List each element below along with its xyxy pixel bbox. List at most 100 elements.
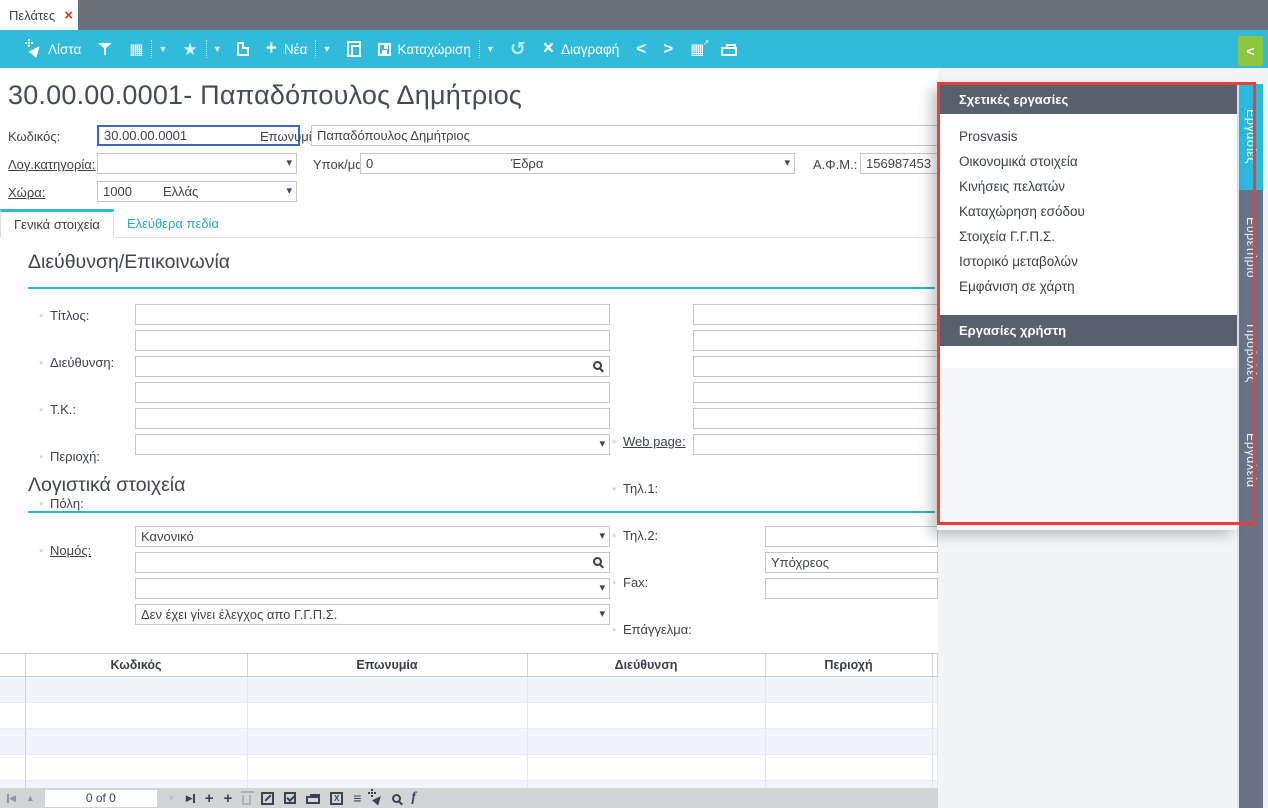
open-button[interactable] [237,42,249,56]
tab-general[interactable]: Γενικά στοιχεία [0,209,114,238]
favorites-button[interactable]: ★ ▾ [183,40,220,58]
numpad-button[interactable]: ▦ ↗ [690,42,704,57]
kodikos-amoivis-input[interactable] [765,578,938,599]
webpage-input[interactable] [693,304,938,325]
next-row-button[interactable]: ▼ [167,793,176,803]
collapse-panel-button[interactable]: < [1238,36,1263,66]
delete-row-icon[interactable] [242,795,251,805]
xora-label[interactable]: Χώρα: [8,182,45,203]
confirm-icon[interactable] [284,792,296,804]
side-tab-provoles[interactable]: Προβολές [1239,307,1263,399]
chevron-down-icon[interactable]: ▾ [160,44,165,55]
list-button[interactable]: Λίστα [28,42,81,57]
kath-fpa-select[interactable]: Κανονικό▾ [135,526,610,547]
chevron-down-icon[interactable]: ▾ [286,156,292,169]
perioxi-input[interactable] [135,382,610,403]
save-button-label: Καταχώριση [398,42,471,57]
table-row[interactable] [0,702,938,728]
function-icon[interactable]: f [411,790,416,806]
search-icon[interactable] [392,794,401,803]
table-row[interactable] [0,676,938,702]
task-prosvasis[interactable]: Prosvasis [937,124,1237,149]
grid-header-perioxi[interactable]: Περιοχή [765,654,932,676]
chevron-down-icon[interactable]: ▾ [324,44,329,55]
nav-next-icon: ▼ [167,793,176,803]
task-kiniseis-pelaton[interactable]: Κινήσεις πελατών [937,174,1237,199]
titlos-input[interactable] [135,304,610,325]
table-row[interactable] [0,728,938,754]
chevron-down-icon[interactable]: ▾ [488,44,493,55]
chevron-down-icon[interactable]: ▾ [599,607,605,620]
log-katigoria-label[interactable]: Λογ.κατηγορία: [8,154,95,175]
idiotita-select[interactable]: ▾ [135,578,610,599]
side-tab-ergaleia[interactable]: Εργαλεία [1239,412,1263,508]
magic-cursor-icon[interactable] [371,792,382,805]
til2-input[interactable] [693,356,938,377]
delete-button[interactable]: × Διαγραφή [543,41,619,56]
xora-value: Ελλάς [163,184,198,199]
chevron-down-icon[interactable]: ▾ [599,529,605,542]
next-record-button[interactable]: > [663,39,673,59]
nomos-select[interactable]: ▾ [135,434,610,455]
myf-input[interactable]: Υπόχρεος [765,552,938,573]
chevron-down-icon[interactable]: ▾ [599,581,605,594]
add-child-row-button[interactable]: + [223,791,232,806]
chevron-down-icon[interactable]: ▾ [215,44,220,55]
print-grid-icon[interactable] [306,796,320,804]
grid-header-kodikos[interactable]: Κωδικός [25,654,247,676]
task-emfanisi-se-xarti[interactable]: Εμφάνιση σε χάρτη [937,274,1237,299]
customer-form: 30.00.00.0001- Παπαδόπουλος Δημήτριος Κω… [0,68,938,808]
logsmos-input[interactable] [135,552,610,573]
log-katigoria-select[interactable]: ▾ [97,153,297,174]
first-record-button[interactable]: ◀ [7,793,16,804]
add-row-button[interactable]: + [205,791,214,806]
search-icon[interactable] [593,557,602,566]
menu-icon[interactable]: ≡ [353,790,361,806]
side-tab-ergasies[interactable]: Εργασίες [1239,84,1263,190]
chevron-down-icon[interactable]: ▾ [286,184,292,197]
print-button[interactable] [721,42,737,56]
task-oikonomika-stoixeia[interactable]: Οικονομικά στοιχεία [937,149,1237,174]
doy-input[interactable] [765,526,938,547]
chevron-down-icon[interactable]: ▾ [599,437,605,450]
export-excel-icon[interactable]: X [330,792,343,805]
task-stoixeia-ggps[interactable]: Στοιχεία Γ.Γ.Π.Σ. [937,224,1237,249]
eponymia-input[interactable]: Παπαδόπουλος Δημήτριος [311,125,938,146]
last-record-button[interactable]: ▶ [186,793,195,804]
xora-select[interactable]: 1000 Ελλάς ▾ [97,181,297,202]
side-tab-evretirio[interactable]: Ευρετήριο [1239,196,1263,300]
tab-free-fields[interactable]: Ελεύθερα πεδία [114,209,232,238]
copy-button[interactable] [347,41,361,57]
previous-row-button[interactable]: ▲ [26,793,35,803]
elegxos-afm-select[interactable]: Δεν έχει γίνει έλεγχος απο Γ.Γ.Π.Σ.▾ [135,604,610,625]
grid-header-dieythynsi[interactable]: Διεύθυνση [527,654,765,676]
new-button[interactable]: + Νέα ▾ [266,40,330,58]
ypokma-select[interactable]: 0 Έδρα ▾ [360,153,795,174]
fax-input[interactable] [693,382,938,403]
email-input[interactable] [693,434,938,455]
epaggelma-input[interactable] [693,408,938,429]
undo-button[interactable]: ↺ [510,38,526,61]
filter-button[interactable] [98,42,112,56]
tk-input[interactable] [135,356,610,377]
save-button[interactable]: Καταχώριση ▾ [378,40,493,58]
task-kataxorisi-esodou[interactable]: Καταχώρηση εσόδου [937,199,1237,224]
tab-pelates[interactable]: Πελάτες × [0,0,78,30]
close-icon[interactable]: × [64,8,73,23]
ypokma-value: Έδρα [511,156,543,171]
til1-input[interactable] [693,330,938,351]
views-button[interactable]: ▦ ▾ [129,40,165,58]
task-istoriko-metavolon[interactable]: Ιστορικό μεταβολών [937,249,1237,274]
poli-input[interactable] [135,408,610,429]
grid-icon: ▦ [129,42,143,57]
edit-row-icon[interactable] [261,792,274,805]
table-row[interactable] [0,754,938,780]
tasks-panel: Σχετικές εργασίες Prosvasis Οικονομικά σ… [937,84,1237,530]
chevron-down-icon[interactable]: ▾ [784,156,790,169]
grid-header-eponymia[interactable]: Επωνυμία [247,654,527,676]
afm-input[interactable]: 156987453 [860,153,938,174]
previous-record-button[interactable]: < [636,39,646,59]
search-icon[interactable] [593,361,602,370]
dieythynsi-input[interactable] [135,330,610,351]
table-row[interactable] [0,780,938,788]
